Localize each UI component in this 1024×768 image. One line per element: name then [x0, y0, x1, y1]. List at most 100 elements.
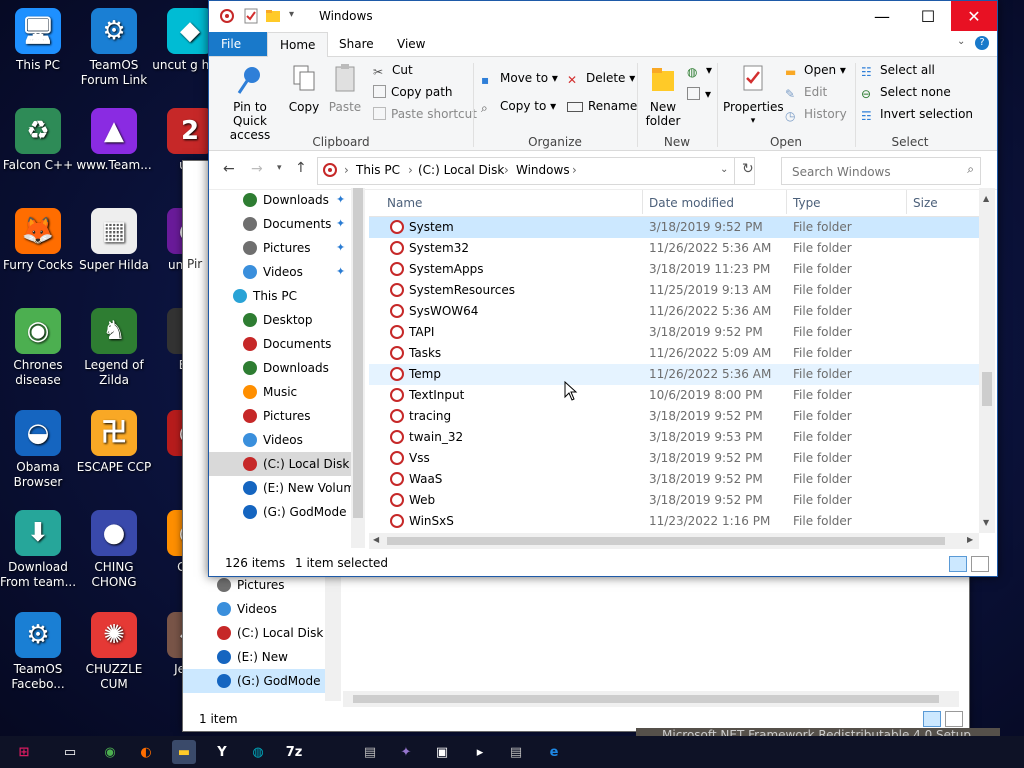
bg-horizontal-scrollbar[interactable]: [343, 691, 959, 707]
table-row[interactable]: Vss 3/18/2019 9:52 PM File folder: [369, 448, 979, 469]
desktop-shortcut[interactable]: 🦊 Furry Cocks: [0, 208, 78, 273]
table-row[interactable]: System 3/18/2019 9:52 PM File folder: [369, 217, 979, 238]
firefox-icon[interactable]: ◐: [134, 740, 158, 764]
desktop-shortcut[interactable]: ◉ Chrones disease: [0, 308, 78, 388]
refresh-icon[interactable]: ↻: [742, 161, 754, 177]
monitor-icon[interactable]: ▣: [430, 740, 454, 764]
properties-button[interactable]: Properties ▾: [723, 63, 784, 128]
table-row[interactable]: tracing 3/18/2019 9:52 PM File folder: [369, 406, 979, 427]
nav-item[interactable]: (C:) Local Disk: [209, 452, 351, 476]
bg-large-icons-view-button[interactable]: [945, 711, 963, 727]
table-row[interactable]: WaaS 3/18/2019 9:52 PM File folder: [369, 469, 979, 490]
new-item-button[interactable]: ◍ ▾: [687, 63, 712, 79]
crumb-separator-icon[interactable]: ›: [504, 163, 509, 177]
file-list-horizontal-scrollbar[interactable]: ◀ ▶: [369, 533, 979, 549]
column-name[interactable]: Name: [387, 196, 422, 210]
close-button[interactable]: ✕: [951, 1, 997, 31]
desktop-shortcut[interactable]: ⚙ TeamOS Forum Link: [74, 8, 154, 88]
task-view-icon[interactable]: ▭: [58, 740, 82, 764]
details-view-button[interactable]: [949, 556, 967, 572]
crumb-this-pc[interactable]: This PC: [356, 163, 400, 177]
bg-nav-scrollbar[interactable]: [325, 561, 341, 701]
bg-nav-item[interactable]: Videos: [183, 597, 325, 621]
desktop-shortcut[interactable]: ⚙ TeamOS Facebo...: [0, 612, 78, 692]
archiver-icon[interactable]: 7z: [282, 740, 306, 764]
desktop-shortcut[interactable]: ♞ Legend of Zilda: [74, 308, 154, 388]
help-icon[interactable]: ?: [975, 36, 989, 50]
paste-shortcut-button[interactable]: Paste shortcut: [373, 107, 477, 121]
copy-button[interactable]: Copy: [287, 63, 321, 114]
search-input[interactable]: [790, 160, 964, 184]
nav-item[interactable]: Desktop: [209, 308, 351, 332]
select-all-button[interactable]: ☷ Select all: [861, 63, 935, 79]
select-none-button[interactable]: ⊖ Select none: [861, 85, 951, 101]
easy-access-button[interactable]: ▾: [687, 87, 711, 101]
bg-details-view-button[interactable]: [923, 711, 941, 727]
desktop-shortcut[interactable]: ▲ www.Team...: [74, 108, 154, 173]
nav-item[interactable]: Documents: [209, 332, 351, 356]
tab-share[interactable]: Share: [327, 32, 386, 56]
nav-item[interactable]: Documents ✦: [209, 212, 351, 236]
horizontal-scroll-thumb[interactable]: [387, 537, 945, 545]
bg-nav-item[interactable]: (G:) GodMode: [183, 669, 325, 693]
desktop-shortcut[interactable]: ✺ CHUZZLE CUM: [74, 612, 154, 692]
explorer-icon[interactable]: ▬: [172, 740, 196, 764]
table-row[interactable]: Web 3/18/2019 9:52 PM File folder: [369, 490, 979, 511]
start-button[interactable]: ⊞: [12, 740, 36, 764]
crumb-separator-icon[interactable]: ›: [408, 163, 413, 177]
table-row[interactable]: SysWOW64 11/26/2022 5:36 AM File folder: [369, 301, 979, 322]
magic-icon[interactable]: ✦: [394, 740, 418, 764]
desktop-shortcut[interactable]: ◒ Obama Browser: [0, 410, 78, 490]
column-date-modified[interactable]: Date modified: [649, 196, 734, 210]
desktop-shortcut[interactable]: ● CHING CHONG: [74, 510, 154, 590]
ribbon-collapse-icon[interactable]: ⌄: [957, 36, 965, 47]
nav-item[interactable]: Downloads ✦: [209, 188, 351, 212]
history-button[interactable]: ◷ History: [785, 107, 847, 123]
quick-access-dropdown-icon[interactable]: ▾: [289, 9, 305, 25]
tab-view[interactable]: View: [385, 32, 437, 56]
new-folder-button[interactable]: New folder: [643, 63, 683, 128]
table-row[interactable]: WinSxS 11/23/2022 1:16 PM File folder: [369, 511, 979, 532]
desktop-shortcut[interactable]: ▦ Super Hilda: [74, 208, 154, 273]
table-row[interactable]: Tasks 11/26/2022 5:09 AM File folder: [369, 343, 979, 364]
copy-path-button[interactable]: Copy path: [373, 85, 453, 99]
maximize-button[interactable]: ☐: [905, 1, 951, 31]
table-row[interactable]: SystemApps 3/18/2019 11:23 PM File folder: [369, 259, 979, 280]
nav-item[interactable]: Pictures ✦: [209, 236, 351, 260]
desktop-shortcut[interactable]: ♻ Falcon C++: [0, 108, 78, 173]
rename-button[interactable]: Rename: [567, 99, 637, 113]
properties-dropdown-icon[interactable]: ▾: [723, 114, 783, 128]
scroll-down-icon[interactable]: ▼: [983, 518, 989, 527]
nav-item[interactable]: (E:) New Volume: [209, 476, 351, 500]
crumb-windows[interactable]: Windows: [516, 163, 570, 177]
large-icons-view-button[interactable]: [971, 556, 989, 572]
table-row[interactable]: TAPI 3/18/2019 9:52 PM File folder: [369, 322, 979, 343]
new-folder-quick-icon[interactable]: [265, 8, 281, 24]
table-row[interactable]: Temp 11/26/2022 5:36 AM File folder: [369, 364, 979, 385]
search-box[interactable]: ⌕: [781, 157, 981, 185]
crumb-local-disk[interactable]: (C:) Local Disk: [418, 163, 504, 177]
delete-button[interactable]: ✕ Delete ▾: [567, 71, 635, 87]
pin-quick-access-button[interactable]: Pin to Quick access: [217, 63, 283, 142]
desktop-shortcut[interactable]: 🖥 This PC: [0, 8, 78, 73]
nav-item[interactable]: Pictures: [209, 404, 351, 428]
nav-item[interactable]: This PC: [209, 284, 351, 308]
nav-item[interactable]: (G:) GodMode: [209, 500, 351, 524]
recent-locations-icon[interactable]: ▾: [277, 163, 282, 173]
network-icon[interactable]: ▤: [358, 740, 382, 764]
nav-item[interactable]: Downloads: [209, 356, 351, 380]
terminal-icon[interactable]: ▸: [468, 740, 492, 764]
crumb-separator-icon[interactable]: ›: [344, 163, 349, 177]
chrome-icon[interactable]: ◉: [98, 740, 122, 764]
bg-nav-item[interactable]: (C:) Local Disk: [183, 621, 325, 645]
desktop-shortcut[interactable]: 卍 ESCAPE CCP: [74, 410, 154, 475]
desktop-shortcut[interactable]: ⬇ Download From team...: [0, 510, 78, 590]
file-list-vertical-scrollbar[interactable]: ▲ ▼: [979, 188, 995, 533]
edit-button[interactable]: ✎ Edit: [785, 85, 827, 101]
edge-icon[interactable]: e: [542, 740, 566, 764]
tab-home[interactable]: Home: [267, 32, 329, 57]
cut-button[interactable]: ✂ Cut: [373, 63, 413, 79]
nav-pane-scrollbar[interactable]: [351, 188, 365, 548]
bg-nav-item[interactable]: (E:) New Volume: [183, 645, 325, 688]
table-row[interactable]: TextInput 10/6/2019 8:00 PM File folder: [369, 385, 979, 406]
